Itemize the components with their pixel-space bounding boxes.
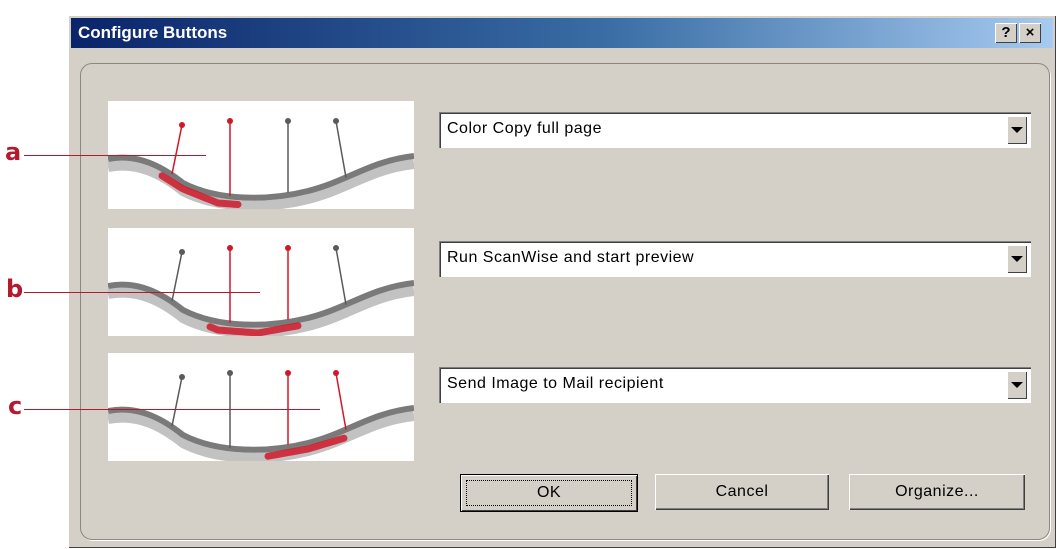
chevron-down-icon[interactable]	[1007, 116, 1027, 144]
callout-line-a	[24, 155, 206, 156]
illustration-background	[108, 353, 414, 461]
action-select-b-value: Run ScanWise and start preview	[447, 249, 695, 266]
action-select-a[interactable]: Color Copy full page	[439, 112, 1031, 148]
action-select-c[interactable]: Send Image to Mail recipient	[439, 367, 1031, 403]
pin-head-3	[333, 370, 339, 376]
chevron-down-icon[interactable]	[1007, 371, 1027, 399]
scanner-button-c-illustration	[108, 353, 414, 461]
dialog-title: Configure Buttons	[78, 23, 228, 42]
chevron-down-icon[interactable]	[1007, 245, 1027, 273]
action-select-b[interactable]: Run ScanWise and start preview	[439, 241, 1031, 277]
pin-head-0	[179, 249, 185, 255]
callout-label-c: c	[8, 392, 23, 420]
close-icon[interactable]: ×	[1019, 23, 1041, 43]
configure-buttons-dialog: Configure Buttons ? × Color Copy full pa…	[68, 15, 1056, 548]
cancel-button[interactable]: Cancel	[655, 474, 829, 510]
action-select-a-value: Color Copy full page	[447, 120, 602, 137]
callout-label-b: b	[6, 275, 24, 303]
pin-head-1	[227, 370, 233, 376]
pin-head-2	[285, 245, 291, 251]
pin-head-3	[333, 118, 339, 124]
ok-button[interactable]: OK	[460, 474, 638, 512]
callout-line-b	[24, 292, 260, 293]
scanner-button-b-illustration	[108, 228, 414, 336]
pin-head-3	[333, 245, 339, 251]
pin-head-2	[285, 370, 291, 376]
callout-line-c	[24, 409, 320, 410]
action-select-c-value: Send Image to Mail recipient	[447, 375, 664, 392]
title-bar[interactable]: Configure Buttons ? ×	[71, 18, 1053, 48]
help-icon[interactable]: ?	[995, 23, 1017, 43]
callout-label-a: a	[5, 138, 22, 166]
pin-head-1	[227, 118, 233, 124]
organize-button[interactable]: Organize...	[849, 474, 1025, 510]
illustration-background	[108, 228, 414, 336]
pin-head-2	[285, 118, 291, 124]
pin-head-0	[179, 374, 185, 380]
pin-head-1	[227, 245, 233, 251]
ok-button-label: OK	[466, 480, 632, 506]
pin-head-0	[179, 122, 185, 128]
